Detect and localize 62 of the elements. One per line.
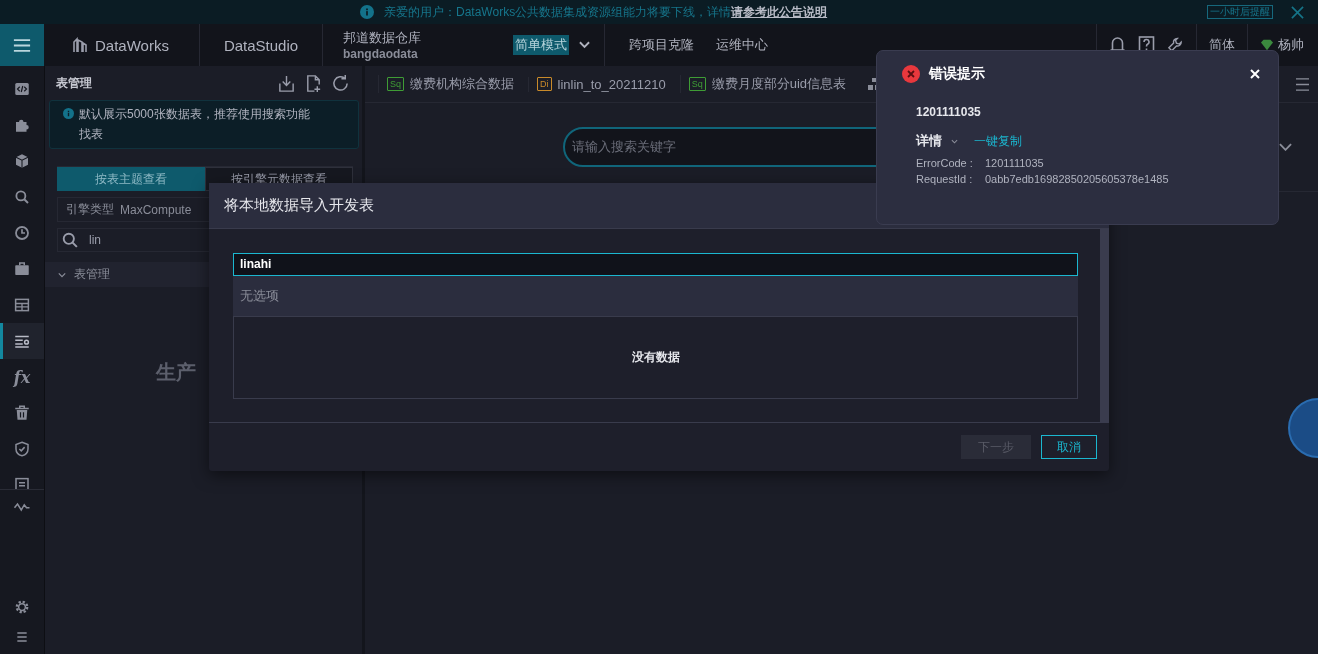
toast-title: 错误提示: [929, 65, 985, 83]
field-label: RequestId :: [916, 173, 974, 185]
workspace-id: bangdaodata: [343, 47, 418, 61]
function-glyph: fx: [13, 367, 31, 387]
editor-tab[interactable]: Sq 缴费月度部分uid信息表: [679, 75, 861, 93]
rail-item[interactable]: [0, 323, 44, 359]
editor-tab[interactable]: Sq 缴费机构综合数据: [378, 75, 528, 93]
field-label: ErrorCode :: [916, 157, 974, 169]
clock-icon: [13, 224, 31, 242]
rail-item[interactable]: fx: [0, 359, 44, 395]
table-select-field[interactable]: linahi: [233, 253, 1078, 276]
banner-message: 亲爱的用户：DataWorks公共数据集成资源组能力将要下线，详情: [384, 3, 732, 21]
nav-link[interactable]: 运维中心: [716, 36, 768, 54]
info-icon: [360, 5, 374, 19]
trash-icon: [13, 404, 31, 422]
cube-icon: [13, 152, 31, 170]
scrollbar[interactable]: [1100, 229, 1109, 423]
empty-table-text: 没有数据: [631, 349, 680, 366]
view-tab[interactable]: 按表主题查看: [57, 167, 205, 191]
error-message: 1201111035: [916, 105, 982, 119]
file-type-badge: Di: [537, 77, 552, 91]
error-icon: [902, 65, 920, 83]
search-icon: [62, 231, 79, 249]
mode-badge[interactable]: 简单模式: [513, 35, 569, 55]
logo-icon: [72, 37, 88, 53]
menu-icon[interactable]: [14, 629, 30, 645]
refresh-icon[interactable]: [331, 73, 350, 93]
file-type-badge: Sq: [387, 77, 404, 91]
import-icon[interactable]: [277, 73, 296, 93]
chevron-icon: [58, 271, 66, 278]
brand-name: DataWorks: [95, 36, 169, 54]
code-icon: [13, 80, 31, 98]
settings-icon[interactable]: [13, 598, 31, 616]
editor-tab[interactable]: Di linlin_to_20211210: [528, 76, 680, 92]
empty-state-text: 生产: [156, 360, 197, 385]
module-name: DataStudio: [223, 36, 299, 54]
menu-button[interactable]: [0, 24, 44, 66]
details-toggle[interactable]: 详情: [916, 132, 942, 150]
no-options-text: 无选项: [240, 287, 279, 305]
workspace-name: 邦道数据仓库: [343, 29, 421, 47]
panel-title: 表管理: [56, 74, 92, 92]
field-value: 0abb7edb16982850205605378e1485: [985, 173, 1169, 185]
notice-link[interactable]: 请参考此公告说明: [731, 3, 828, 21]
menu-icon[interactable]: [1295, 77, 1310, 91]
document-icon: [13, 476, 31, 489]
nav-link[interactable]: 跨项目克隆: [629, 36, 694, 54]
chevron-down-icon[interactable]: [1279, 143, 1292, 151]
copy-link[interactable]: 一键复制: [974, 132, 1022, 150]
cancel-button[interactable]: 取消: [1041, 435, 1097, 459]
table-icon: [13, 296, 31, 314]
chevron-down-icon[interactable]: [579, 24, 605, 66]
user-name[interactable]: 杨帅: [1278, 36, 1304, 54]
info-icon: [63, 108, 74, 119]
menu-icon: [13, 37, 31, 53]
new-file-icon[interactable]: [304, 73, 323, 93]
notice-text: 默认展示5000张数据表，推荐使用搜索功能找表: [79, 106, 311, 143]
language-label[interactable]: 简体: [1209, 36, 1235, 54]
field-value: 1201111035: [985, 157, 1044, 169]
caret-icon[interactable]: [951, 138, 958, 144]
file-type-badge: Sq: [688, 77, 706, 91]
briefcase-icon: [13, 260, 31, 278]
search-icon: [13, 188, 31, 206]
